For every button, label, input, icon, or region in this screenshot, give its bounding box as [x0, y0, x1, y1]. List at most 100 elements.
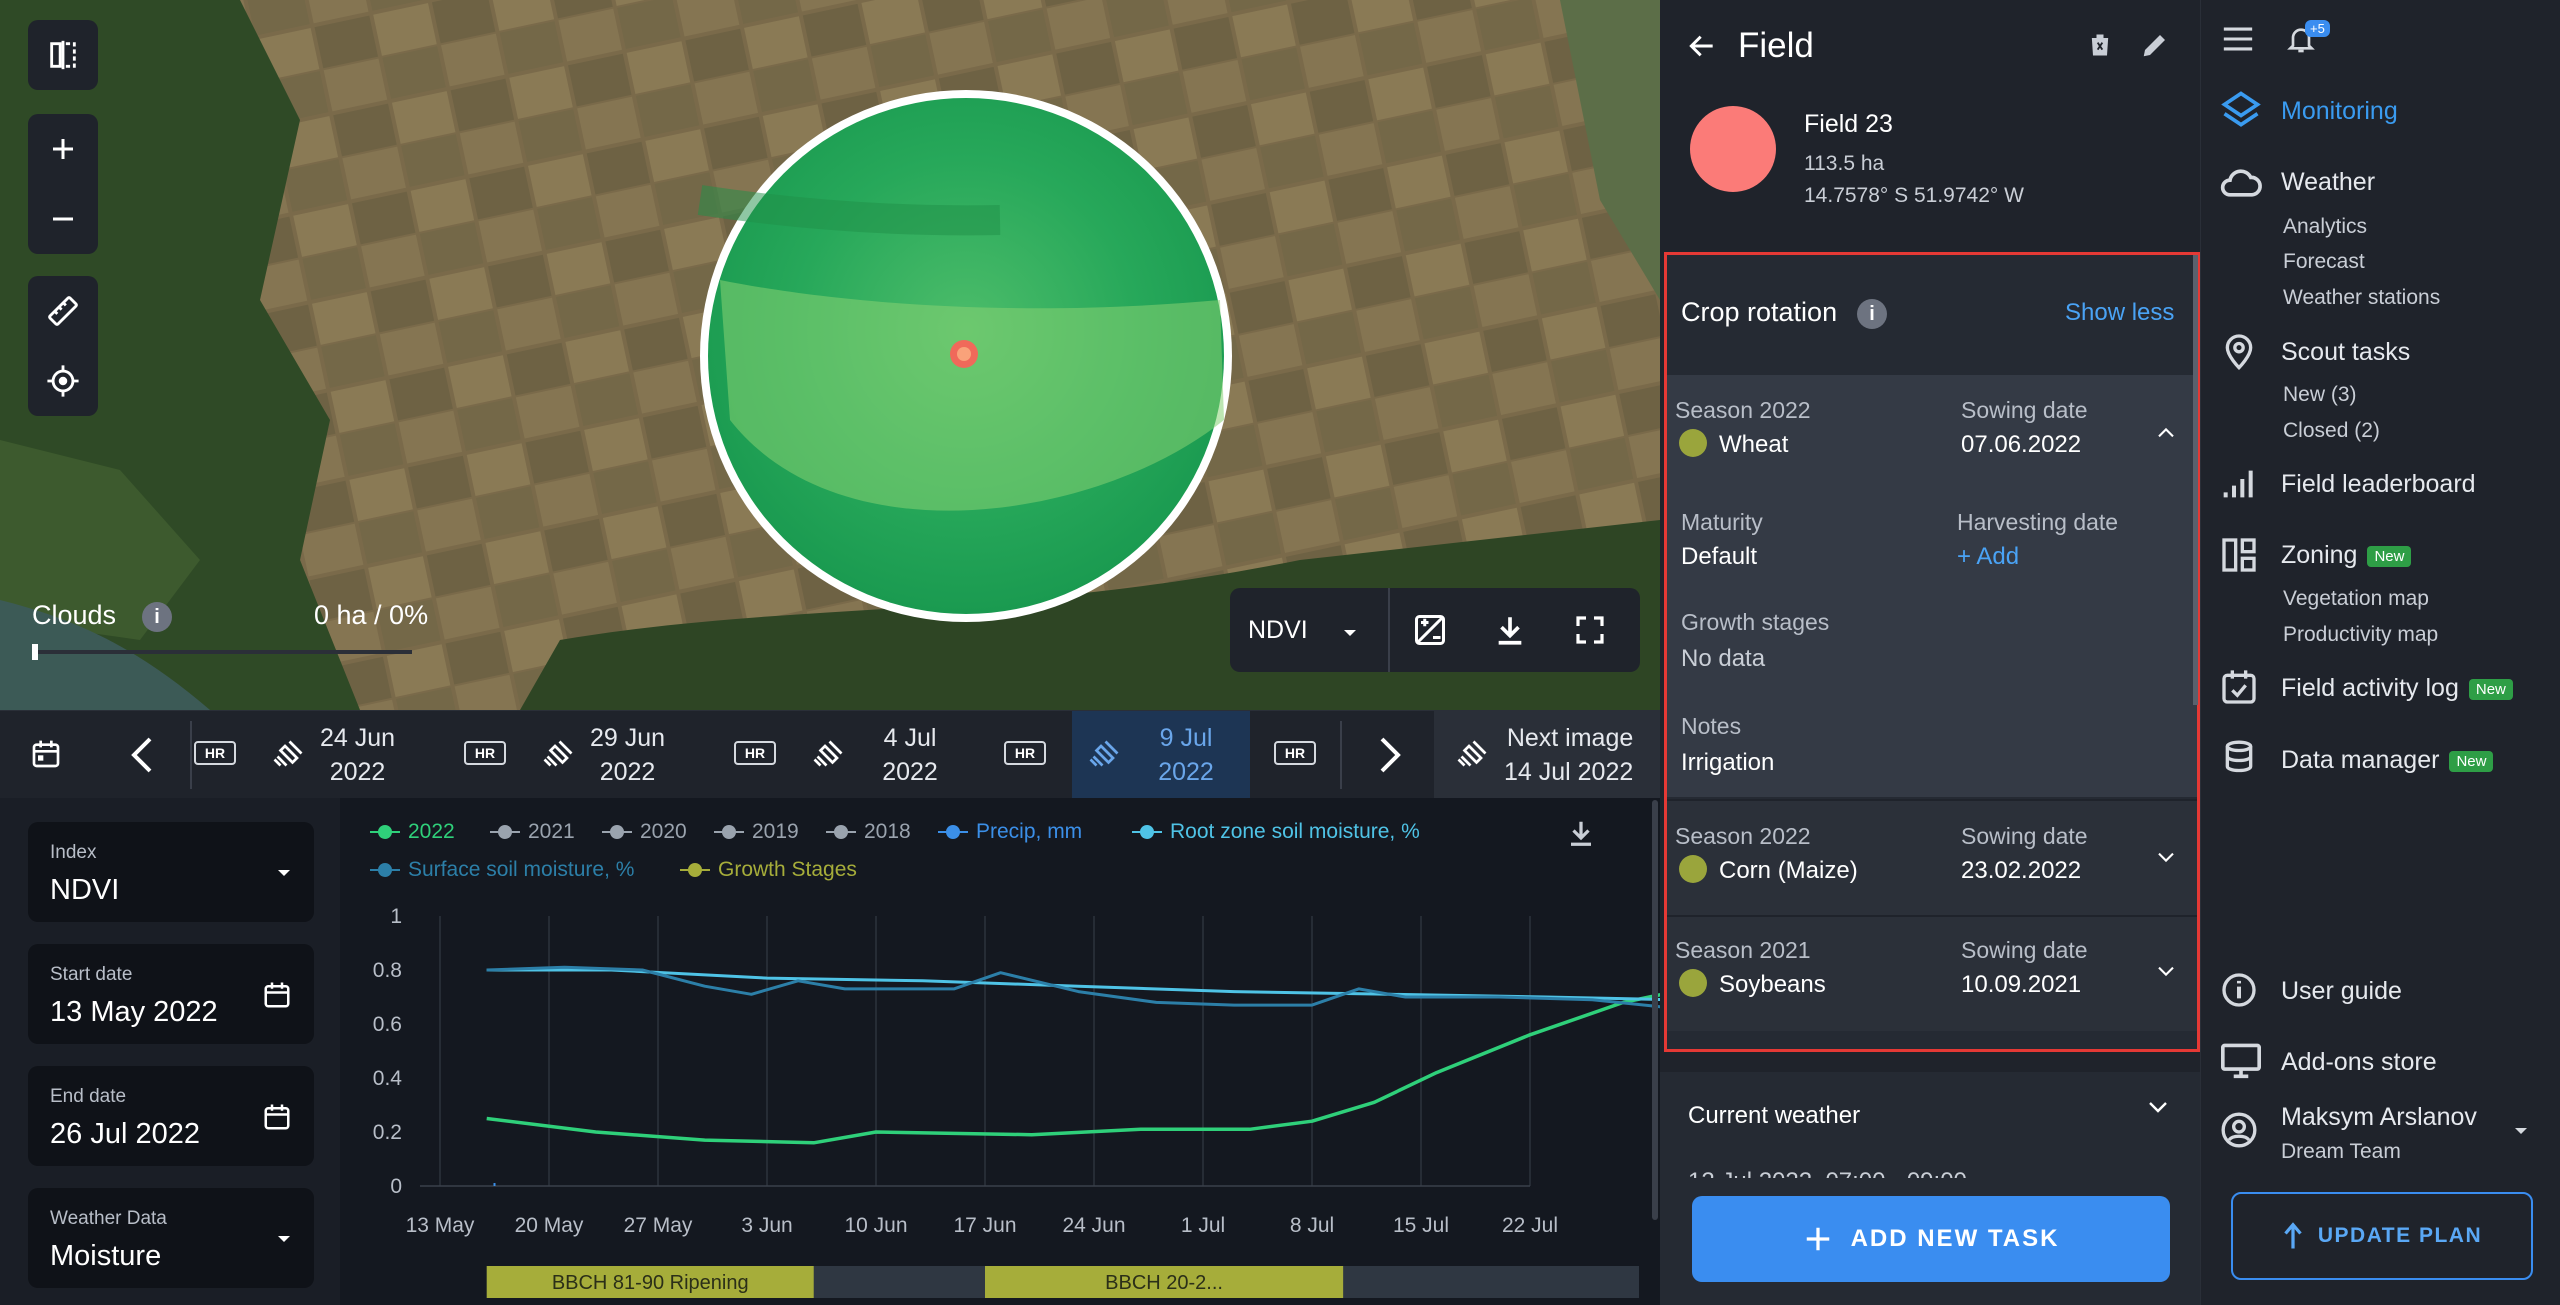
contrast-button[interactable]	[1390, 588, 1470, 672]
start-date-label: Start date	[50, 964, 133, 985]
scrollbar[interactable]	[2193, 255, 2198, 705]
next-image[interactable]: Next image 14 Jul 2022	[1434, 711, 1660, 799]
timeline-date-4jul[interactable]: 4 Jul 2022	[810, 711, 960, 799]
timeline-date-24jun[interactable]: 24 Jun 2022	[270, 711, 395, 799]
locate-button[interactable]	[28, 346, 98, 416]
new-badge: New	[2449, 750, 2494, 772]
next-image-label: Next image	[1506, 724, 1634, 752]
growth-stage-label: BBCH 81-90 Ripening	[552, 1272, 749, 1294]
y-tick-label: 1	[390, 905, 402, 928]
satellite-icon	[813, 740, 843, 767]
zoom-in-button[interactable]	[28, 114, 98, 184]
download-button[interactable]	[1470, 588, 1550, 672]
show-less-link[interactable]: Show less	[2065, 299, 2174, 327]
y-tick-label: 0.4	[373, 1067, 403, 1090]
season-label: Season 2022	[1675, 823, 1811, 849]
zoom-out-button[interactable]	[28, 184, 98, 254]
index-select[interactable]: Index NDVI	[28, 822, 314, 922]
map-view[interactable]: Clouds i 0 ha / 0% NDVI	[0, 0, 1660, 710]
satellite-icon	[1089, 740, 1119, 767]
satellite-icon	[543, 740, 573, 767]
chevron-down-icon[interactable]	[2155, 851, 2177, 865]
download-icon	[1498, 617, 1522, 645]
crop-name: Corn (Maize)	[1719, 857, 1858, 884]
y-tick-label: 0.2	[373, 1121, 402, 1144]
plus-icon	[53, 139, 73, 159]
nav-sub-weather-stations[interactable]: Weather stations	[2283, 286, 2440, 310]
add-new-task-label: ADD NEW TASK	[1850, 1225, 2060, 1252]
nav-sub-new[interactable]: New (3)	[2283, 383, 2357, 407]
nav-sub-vegetation-map[interactable]: Vegetation map	[2283, 587, 2429, 611]
leaf-icon	[1679, 429, 1707, 457]
ruler-icon	[48, 296, 78, 326]
add-harvest-date-link[interactable]: + Add	[1957, 543, 2019, 571]
field-coordinates: 14.7578° S 51.9742° W	[1804, 184, 2024, 207]
season-2021-soybeans[interactable]: Season 2021 Soybeans Sowing date 10.09.2…	[1667, 917, 2197, 1031]
crop-rotation-title: Crop rotation	[1681, 297, 1838, 327]
update-plan-button[interactable]: UPDATE PLAN	[2231, 1192, 2533, 1280]
chevron-down-icon	[2149, 1102, 2167, 1113]
end-date-value: 26 Jul 2022	[50, 1118, 200, 1150]
next-image-date: 14 Jul 2022	[1504, 758, 1634, 786]
back-button[interactable]	[1686, 30, 1718, 67]
pencil-icon	[2143, 35, 2165, 57]
x-tick-label: 22 Jul	[1502, 1214, 1558, 1237]
clouds-slider-track[interactable]	[32, 650, 412, 654]
date-line1: 9 Jul	[1159, 724, 1213, 752]
add-new-task-button[interactable]: ADD NEW TASK	[1692, 1196, 2170, 1282]
nav-sub-closed[interactable]: Closed (2)	[2283, 419, 2380, 443]
chevron-up-icon[interactable]	[2155, 425, 2177, 439]
info-icon[interactable]: i	[142, 602, 172, 632]
x-tick-label: 24 Jun	[1062, 1214, 1125, 1237]
timeline-prev-button[interactable]	[128, 735, 156, 780]
timeline-date-9jul-selected[interactable]: 9 Jul 2022	[1072, 711, 1250, 799]
expand-weather-button[interactable]	[2146, 1100, 2170, 1121]
fullscreen-button[interactable]	[1550, 588, 1630, 672]
end-date-field[interactable]: End date 26 Jul 2022	[28, 1066, 314, 1166]
nav-sub-analytics[interactable]: Analytics	[2283, 215, 2367, 239]
weather-data-select[interactable]: Weather Data Moisture	[28, 1188, 314, 1288]
chevron-down-icon[interactable]	[2155, 965, 2177, 979]
series-line	[486, 993, 1660, 1145]
info-icon[interactable]: i	[1857, 299, 1887, 329]
menu-button[interactable]	[2221, 24, 2255, 59]
map-pin-icon	[2225, 334, 2253, 371]
weather-data-value: Moisture	[50, 1240, 162, 1272]
ruler-button[interactable]	[28, 276, 98, 346]
chart-plot: 13 May 20 May 27 May 3 Jun 10 Jun 17 Jun 24 Ju…	[373, 905, 1660, 1298]
x-tick-label: 17 Jun	[953, 1214, 1016, 1237]
maturity-value: Default	[1681, 543, 1758, 570]
chart-filters: Index NDVI Start date 13 May 2022 End da…	[0, 798, 340, 1305]
field-area: 113.5 ha	[1804, 152, 1885, 175]
caret-down-icon	[278, 1236, 290, 1242]
edit-field-button[interactable]	[2140, 30, 2170, 65]
compare-button[interactable]	[28, 20, 98, 90]
timeline-date-29jun[interactable]: 29 Jun 2022	[540, 711, 665, 799]
date-line1: 29 Jun	[590, 724, 666, 752]
season-2022-corn[interactable]: Season 2022 Corn (Maize) Sowing date 23.…	[1667, 801, 2197, 915]
timeline-next-button[interactable]	[1376, 735, 1404, 780]
season-2022-wheat-expanded[interactable]: Season 2022 Wheat Sowing date 07.06.2022…	[1667, 375, 2197, 797]
current-weather-title: Current weather	[1688, 1102, 1861, 1129]
field-name: Field 23	[1804, 110, 1893, 138]
calendar-icon	[264, 1104, 290, 1130]
clouds-value: 0 ha / 0%	[314, 600, 429, 630]
clouds-slider-thumb[interactable]	[32, 644, 38, 660]
layer-select[interactable]: NDVI	[1230, 588, 1390, 672]
nav-sub-productivity-map[interactable]: Productivity map	[2283, 623, 2438, 647]
scrollbar[interactable]	[1652, 800, 1658, 1220]
hr-badge: HR	[464, 741, 506, 765]
calendar-button[interactable]	[30, 737, 62, 776]
start-date-field[interactable]: Start date 13 May 2022	[28, 944, 314, 1044]
arrow-left-icon	[1689, 35, 1713, 57]
trash-icon	[2089, 34, 2111, 56]
nav-sub-forecast[interactable]: Forecast	[2283, 250, 2365, 274]
sowing-date-label: Sowing date	[1961, 823, 2088, 849]
bar-chart-icon	[2223, 470, 2253, 498]
notifications-button[interactable]: +5	[2285, 20, 2330, 61]
x-tick-label: 27 May	[624, 1214, 693, 1237]
delete-field-button[interactable]	[2086, 30, 2114, 65]
sowing-date-value: 07.06.2022	[1961, 431, 2082, 458]
season-label: Season 2021	[1675, 937, 1811, 963]
layer-toolbar: NDVI	[1230, 588, 1640, 672]
